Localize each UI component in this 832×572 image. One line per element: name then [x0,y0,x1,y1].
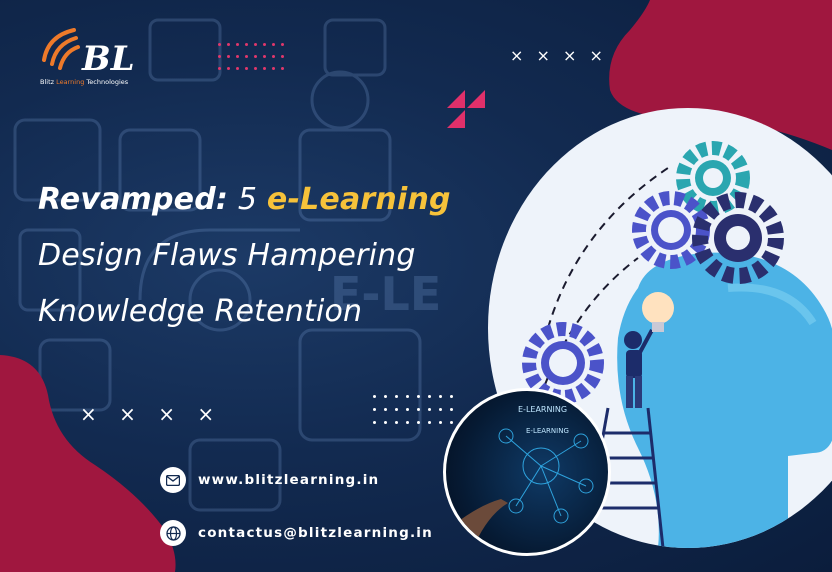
mail-icon [160,467,186,493]
small-circle-label-mid: E-LEARNING [526,427,569,435]
headline-revamped: Revamped: [38,182,229,217]
elearning-network-graphic [446,428,594,553]
dot-grid-pink [218,43,290,70]
logo-letters: BL [81,39,135,79]
tagline-learning: Learning [56,78,85,86]
small-circle-label-top: E-LEARNING [518,405,568,414]
headline-line-2: Design Flaws Hampering [38,238,416,273]
email-link[interactable]: contactus@blitzlearning.in [198,525,433,541]
tagline-blitz: Blitz [40,78,55,86]
headline-number: 5 [237,182,258,217]
headline-line-3: Knowledge Retention [38,294,363,329]
gear-purple-icon [632,191,710,269]
tagline-technologies: Technologies [86,78,129,86]
triangle-accent [447,90,485,128]
website-link[interactable]: www.blitzlearning.in [198,472,379,488]
banner-canvas: E-LE BL Blitz Learning Technologies × × … [0,0,832,572]
headline-line-1: Revamped: 5 e-Learning [38,172,478,228]
logo-tagline: Blitz Learning Technologies [40,78,128,86]
contact-website[interactable]: www.blitzlearning.in [160,467,379,493]
headline: Revamped: 5 e-Learning Design Flaws Hamp… [38,172,478,340]
dot-grid-white [373,395,461,424]
globe-icon [160,520,186,546]
gear-left-icon [522,322,604,404]
elearning-photo-circle: E-LEARNING E-LEARNING [443,388,611,556]
x-marks-top: × × × × [510,46,607,65]
x-marks-bottom: × × × × [80,402,223,426]
headline-elearning: e-Learning [266,182,451,217]
contact-email[interactable]: contactus@blitzlearning.in [160,520,433,546]
